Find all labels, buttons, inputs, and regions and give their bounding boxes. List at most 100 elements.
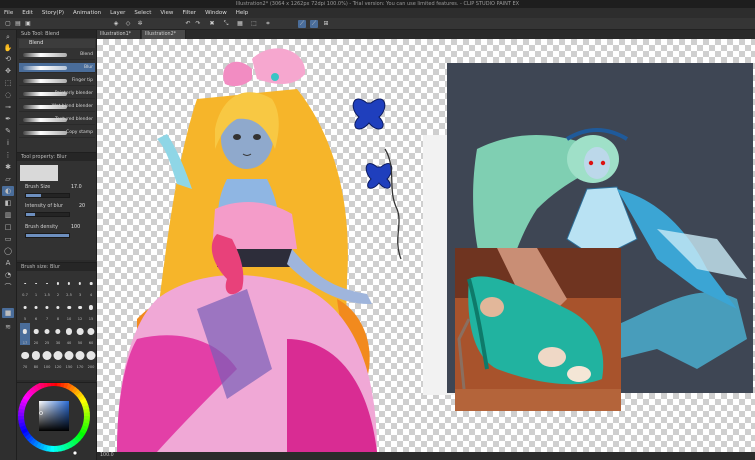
gradient-icon[interactable]: ▥ (2, 210, 14, 220)
sub-color-swatch-icon[interactable]: ≋ (2, 322, 14, 332)
brush-size-option[interactable]: 12 (75, 299, 85, 321)
balloon-icon[interactable]: ◔ (2, 270, 14, 280)
brush-density-value[interactable]: 100 (71, 225, 80, 230)
undo-icon[interactable]: ↶ (184, 20, 192, 28)
brush-size-slider[interactable] (25, 193, 70, 198)
color-wheel[interactable] (17, 380, 97, 460)
correct-line-icon[interactable]: ⌒ (2, 282, 14, 292)
zoom-icon[interactable]: ⌕ (2, 32, 14, 42)
blend-icon[interactable]: ◐ (2, 186, 14, 196)
brush-size-option[interactable]: 200 (86, 347, 96, 369)
text-icon[interactable]: A (2, 258, 14, 268)
menu-window[interactable]: Window (205, 10, 227, 16)
brush-size-option[interactable]: 6 (31, 299, 41, 321)
eraser-icon[interactable]: ▱ (2, 174, 14, 184)
redo-icon[interactable]: ↷ (194, 20, 202, 28)
tab-illustration1[interactable]: Illustration1* (97, 30, 141, 39)
fill-icon[interactable]: ▦ (236, 20, 244, 28)
brush-size-option[interactable]: 7 (42, 299, 52, 321)
selection-icon[interactable]: ⬚ (2, 78, 14, 88)
crop-icon[interactable]: ⌗ (264, 20, 272, 28)
sub-tool-tab[interactable]: Sub Tool: Blend (17, 30, 96, 38)
sub-tool-item[interactable]: Wet blend blender (19, 102, 95, 112)
sub-tool-item[interactable]: Blend (19, 50, 95, 60)
brush-size-option[interactable]: 50 (75, 323, 85, 345)
open-file-icon[interactable]: ▤ (14, 20, 22, 28)
brush-size-value[interactable]: 17.0 (71, 185, 82, 190)
clip-studio-icon[interactable]: ◈ (112, 20, 120, 28)
airbrush-icon[interactable]: ⋮ (2, 150, 14, 160)
brush-size-option[interactable]: 170 (75, 347, 85, 369)
brush-size-option[interactable]: 120 (53, 347, 63, 369)
menu-help[interactable]: Help (236, 10, 249, 16)
rotate-icon[interactable]: ⟲ (2, 54, 14, 64)
decoration-icon[interactable]: ✱ (2, 162, 14, 172)
zoom-level[interactable]: 100.0 (100, 453, 114, 458)
hand-icon[interactable]: ✋ (2, 43, 14, 53)
sub-tool-item[interactable]: Copy stamp (19, 128, 95, 138)
intensity-slider[interactable] (25, 212, 70, 217)
brush-size-option[interactable]: 40 (64, 323, 74, 345)
brush-size-option[interactable]: 2.5 (64, 275, 74, 297)
intensity-value[interactable]: 20 (79, 204, 85, 209)
drawing-canvas[interactable] (97, 39, 755, 452)
brush-size-option[interactable]: 1.5 (42, 275, 52, 297)
pen-icon[interactable]: ✒ (2, 114, 14, 124)
brush-size-option[interactable]: 20 (31, 323, 41, 345)
deselect-icon[interactable]: ⬚ (250, 20, 258, 28)
snap-special-ruler-icon[interactable]: ⟋ (310, 20, 318, 28)
menu-animation[interactable]: Animation (73, 10, 101, 16)
brush-size-option[interactable]: 8 (53, 299, 63, 321)
sub-tool-item[interactable]: Blur (19, 63, 95, 73)
brush-size-option[interactable]: 100 (42, 347, 52, 369)
menu-layer[interactable]: Layer (110, 10, 125, 16)
brush-size-option[interactable]: 30 (53, 323, 63, 345)
settings-icon[interactable]: ✲ (136, 20, 144, 28)
brush-size-option[interactable]: 3 (75, 275, 85, 297)
brush-size-option[interactable]: 70 (20, 347, 30, 369)
tool-property-tab[interactable]: Tool property: Blur (17, 153, 96, 161)
brush-density-slider[interactable] (25, 233, 70, 238)
sub-tool-item[interactable]: Finger tip (19, 76, 95, 86)
brush-size-option[interactable]: 150 (64, 347, 74, 369)
tab-illustration2[interactable]: Illustration2* (142, 30, 186, 39)
brush-size-option[interactable]: 10 (64, 299, 74, 321)
brush-size-option[interactable]: 25 (42, 323, 52, 345)
sub-tool-item[interactable]: Textured blender (19, 115, 95, 125)
brush-size-option[interactable]: 80 (31, 347, 41, 369)
new-file-icon[interactable]: ▢ (4, 20, 12, 28)
clear-icon[interactable]: ✖ (208, 20, 216, 28)
save-icon[interactable]: ▣ (24, 20, 32, 28)
move-icon[interactable]: ✥ (2, 66, 14, 76)
transform-icon[interactable]: ⤡ (222, 20, 230, 28)
snap-grid-icon[interactable]: ⊞ (322, 20, 330, 28)
frame-icon[interactable]: ▭ (2, 234, 14, 244)
menu-story-p-[interactable]: Story(P) (42, 10, 64, 16)
brush-size-option[interactable]: 5 (20, 299, 30, 321)
brush-size-option[interactable]: 60 (86, 323, 96, 345)
brush-size-option[interactable]: 1 (31, 275, 41, 297)
ruler-icon[interactable]: ◯ (2, 246, 14, 256)
brush-size-option[interactable]: 2 (53, 275, 63, 297)
brush-size-option[interactable]: 4 (86, 275, 96, 297)
brush-size-option[interactable]: 15 (86, 299, 96, 321)
lasso-icon[interactable]: ◌ (2, 90, 14, 100)
menu-view[interactable]: View (160, 10, 173, 16)
pencil-icon[interactable]: ✎ (2, 126, 14, 136)
menu-edit[interactable]: Edit (22, 10, 33, 16)
brush-size-option[interactable]: 0.7 (20, 275, 30, 297)
menu-file[interactable]: File (4, 10, 13, 16)
brush-icon[interactable]: ⅰ (2, 138, 14, 148)
sub-tool-group-header[interactable]: Blend (19, 39, 95, 48)
fill-tool-icon[interactable]: ◧ (2, 198, 14, 208)
menu-select[interactable]: Select (134, 10, 151, 16)
eyedropper-icon[interactable]: ⊸ (2, 102, 14, 112)
brush-size-option[interactable]: 17 (20, 323, 30, 345)
snap-ruler-icon[interactable]: ⟋ (298, 20, 306, 28)
sub-tool-item[interactable]: Painterly blender (19, 89, 95, 99)
clip-studio-icon-2[interactable]: ◇ (124, 20, 132, 28)
menu-filter[interactable]: Filter (182, 10, 196, 16)
main-color-swatch-icon[interactable]: ■ (2, 308, 14, 318)
figure-icon[interactable]: □ (2, 222, 14, 232)
brush-size-tab[interactable]: Brush size: Blur (17, 263, 96, 271)
